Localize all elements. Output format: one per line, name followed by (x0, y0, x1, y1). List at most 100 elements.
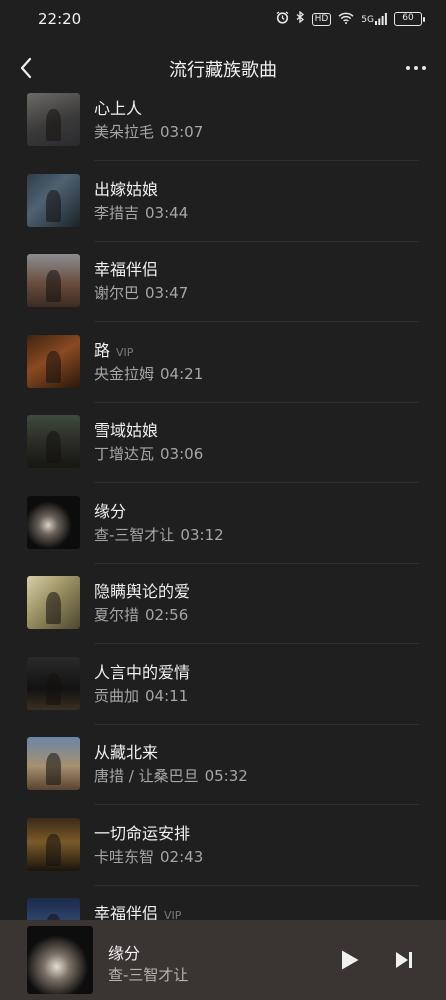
song-meta: 美朵拉毛 03:07 (94, 121, 203, 142)
song-duration: 03:07 (160, 123, 204, 141)
status-icons: HD 5G 60 (276, 10, 425, 27)
song-list[interactable]: 心上人 美朵拉毛 03:07 出嫁姑娘 李措吉 03:44 幸福伴侣 谢尔巴 03:4… (0, 92, 446, 920)
song-meta: 丁增达瓦 03:06 (94, 443, 203, 464)
vip-badge: VIP (164, 909, 182, 920)
hd-icon: HD (311, 12, 332, 26)
song-title: 出嫁姑娘 (94, 180, 159, 199)
song-row[interactable]: 隐瞒舆论的爱 夏尔措 02:56 (0, 564, 446, 644)
album-cover (27, 415, 80, 468)
song-meta: 贡曲加 04:11 (94, 685, 188, 706)
album-cover (27, 496, 80, 549)
alarm-icon (276, 11, 289, 27)
album-cover (27, 93, 80, 146)
bluetooth-icon (296, 10, 305, 27)
page-title: 流行藏族歌曲 (169, 60, 277, 81)
song-title-line: 路 VIP (94, 337, 133, 361)
5g-signal-icon: 5G (361, 13, 387, 25)
song-title-line: 缘分 (94, 498, 132, 522)
app-screen: 22:20 HD 5G 60 流行藏族歌曲 心上人 美朵拉毛 03:07 出嫁姑… (0, 0, 446, 1000)
song-meta: 卡哇东智 02:43 (94, 846, 203, 867)
song-artist: 谢尔巴 (94, 284, 140, 302)
song-duration: 02:43 (160, 848, 204, 866)
song-duration: 03:06 (160, 445, 204, 463)
song-row[interactable]: 路 VIP 央金拉姆 04:21 (0, 323, 446, 403)
song-artist: 李措吉 (94, 204, 140, 222)
song-title: 幸福伴侣 (94, 260, 159, 279)
song-title: 从藏北来 (94, 743, 159, 762)
album-cover (27, 254, 80, 307)
song-row[interactable]: 出嫁姑娘 李措吉 03:44 (0, 162, 446, 242)
battery-icon: 60 (394, 12, 425, 26)
song-duration: 04:21 (160, 365, 204, 383)
song-row[interactable]: 缘分 查-三智才让 03:12 (0, 484, 446, 564)
song-title: 雪域姑娘 (94, 421, 159, 440)
song-title-line: 雪域姑娘 (94, 417, 164, 441)
more-options-button[interactable] (400, 52, 432, 84)
mini-player[interactable]: 缘分 查-三智才让 (0, 920, 446, 1000)
song-duration: 03:44 (145, 204, 189, 222)
wifi-icon (338, 12, 354, 27)
divider (94, 643, 419, 644)
song-row[interactable]: 幸福伴侣 VIP (0, 886, 446, 920)
song-meta: 唐措 / 让桑巴旦 05:32 (94, 765, 248, 786)
song-row[interactable]: 心上人 美朵拉毛 03:07 (0, 92, 446, 161)
vip-badge: VIP (116, 346, 134, 359)
more-dots-icon (406, 66, 410, 70)
song-title-line: 幸福伴侣 VIP (94, 900, 181, 920)
song-meta: 李措吉 03:44 (94, 202, 188, 223)
song-meta: 查-三智才让 03:12 (94, 524, 224, 545)
song-artist: 唐措 / 让桑巴旦 (94, 767, 199, 785)
song-title-line: 隐瞒舆论的爱 (94, 578, 196, 602)
album-cover (27, 174, 80, 227)
song-meta: 谢尔巴 03:47 (94, 282, 188, 303)
song-meta: 央金拉姆 04:21 (94, 363, 203, 384)
song-title-line: 心上人 (94, 95, 148, 119)
skip-next-icon (396, 952, 412, 968)
song-row[interactable]: 人言中的爱情 贡曲加 04:11 (0, 645, 446, 725)
song-duration: 04:11 (145, 687, 189, 705)
album-cover (27, 657, 80, 710)
song-duration: 03:12 (180, 526, 224, 544)
song-artist: 美朵拉毛 (94, 123, 155, 141)
song-row[interactable]: 一切命运安排 卡哇东智 02:43 (0, 806, 446, 886)
song-artist: 卡哇东智 (94, 848, 155, 866)
divider (94, 482, 419, 483)
song-title-line: 一切命运安排 (94, 820, 196, 844)
song-title-line: 从藏北来 (94, 739, 164, 763)
song-title: 路 (94, 341, 111, 360)
header: 流行藏族歌曲 (0, 44, 446, 92)
album-cover (27, 576, 80, 629)
album-cover (27, 898, 80, 920)
song-title: 幸福伴侣 (94, 904, 159, 920)
song-row[interactable]: 雪域姑娘 丁增达瓦 03:06 (0, 403, 446, 483)
song-artist: 夏尔措 (94, 606, 140, 624)
play-icon (342, 950, 359, 970)
album-cover (27, 335, 80, 388)
song-title: 隐瞒舆论的爱 (94, 582, 191, 601)
divider (94, 804, 419, 805)
now-playing-artist: 查-三智才让 (108, 966, 189, 984)
song-duration: 02:56 (145, 606, 189, 624)
now-playing-cover[interactable] (27, 926, 93, 994)
song-artist: 贡曲加 (94, 687, 140, 705)
song-row[interactable]: 幸福伴侣 谢尔巴 03:47 (0, 242, 446, 322)
song-artist: 丁增达瓦 (94, 445, 155, 463)
song-title: 心上人 (94, 99, 143, 118)
divider (94, 321, 419, 322)
song-title: 缘分 (94, 502, 127, 521)
song-artist: 查-三智才让 (94, 526, 175, 544)
network-label: 5G (361, 15, 374, 25)
song-title-line: 人言中的爱情 (94, 659, 196, 683)
song-title-line: 幸福伴侣 (94, 256, 164, 280)
song-meta: 夏尔措 02:56 (94, 604, 188, 625)
album-cover (27, 737, 80, 790)
song-title: 一切命运安排 (94, 824, 191, 843)
song-title-line: 出嫁姑娘 (94, 176, 164, 200)
play-button[interactable] (336, 946, 364, 974)
next-track-button[interactable] (390, 946, 418, 974)
song-duration: 05:32 (204, 767, 248, 785)
album-cover (27, 818, 80, 871)
more-dot (422, 66, 426, 70)
song-artist: 央金拉姆 (94, 365, 155, 383)
song-row[interactable]: 从藏北来 唐措 / 让桑巴旦 05:32 (0, 725, 446, 805)
